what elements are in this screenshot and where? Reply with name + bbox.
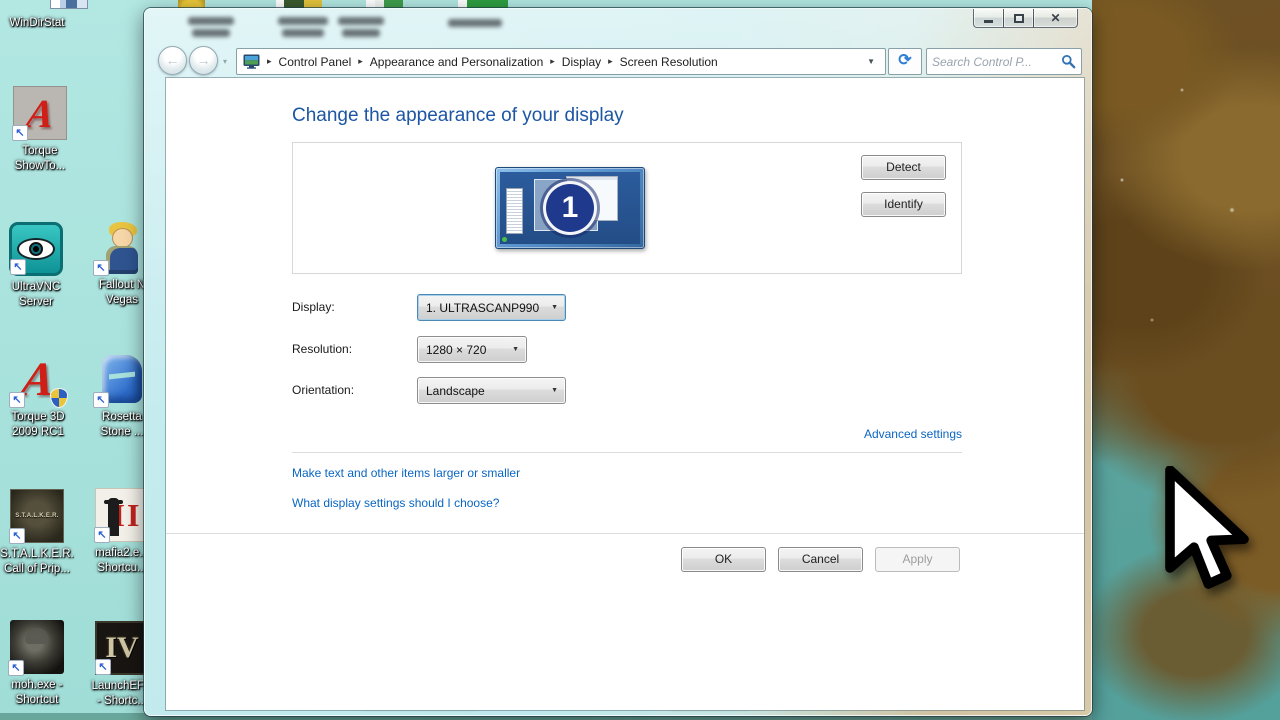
back-button[interactable]: ← (158, 46, 187, 75)
resolution-field-row: Resolution: 1280 × 720 ▼ (166, 336, 1084, 363)
desktop: WinDirStat A ↖ TorqueShowTo... ↖ UltraVN… (0, 0, 1280, 720)
shortcut-arrow-icon: ↖ (93, 260, 109, 276)
monitor-screen-thumbnail: 1 (500, 172, 640, 244)
history-dropdown-icon[interactable]: ▾ (223, 57, 227, 66)
resolution-dropdown[interactable]: 1280 × 720 ▼ (417, 336, 527, 363)
uac-shield-icon (50, 388, 68, 408)
maximize-button[interactable] (1003, 9, 1034, 28)
gta-iv-icon: IV ↖ (95, 621, 149, 675)
search-box[interactable] (926, 48, 1082, 75)
shortcut-arrow-icon: ↖ (10, 259, 26, 275)
screen-resolution-window: ✕ ← → ▾ ▸ Control Panel ▸ Appearance and… (144, 8, 1092, 716)
minimize-button[interactable] (973, 9, 1004, 28)
orientation-label: Orientation: (292, 383, 354, 397)
shortcut-arrow-icon: ↖ (12, 125, 28, 141)
window-content: Change the appearance of your display 1 … (166, 78, 1084, 710)
blurred-label (342, 29, 380, 37)
display-dropdown[interactable]: 1. ULTRASCANP990 ▼ (417, 294, 566, 321)
wallpaper-dog-photo (1092, 0, 1280, 720)
shortcut-arrow-icon: ↖ (8, 660, 24, 676)
mouse-cursor (1162, 466, 1254, 594)
blurred-label (192, 29, 230, 37)
monitor-preview[interactable]: 1 (495, 167, 645, 249)
monitor-number-badge: 1 (543, 181, 597, 235)
blurred-label (338, 17, 384, 25)
search-input[interactable] (932, 55, 1061, 69)
search-icon[interactable] (1061, 54, 1076, 69)
chevron-down-icon: ▼ (551, 304, 558, 311)
rosetta-stone-icon: ↖ (95, 352, 149, 406)
blurred-label (282, 29, 324, 37)
display-field-row: Display: 1. ULTRASCANP990 ▼ (166, 294, 1084, 321)
breadcrumb-screen-resolution[interactable]: Screen Resolution (620, 55, 718, 69)
vault-boy-icon: ↖ (95, 220, 149, 274)
desktop-icon-torque-showtool[interactable]: A ↖ TorqueShowTo... (0, 86, 90, 174)
ultravnc-eye-icon: ↖ (9, 222, 63, 276)
close-icon: ✕ (1050, 11, 1060, 25)
chevron-down-icon: ▼ (512, 346, 519, 353)
address-bar[interactable]: ▸ Control Panel ▸ Appearance and Persona… (236, 48, 886, 75)
blurred-label (448, 19, 502, 27)
orientation-field-row: Orientation: Landscape ▼ (166, 377, 1084, 404)
chevron-down-icon: ▼ (551, 387, 558, 394)
monitor-preview-panel: 1 Detect Identify (292, 142, 962, 274)
icon-label: WinDirStat (0, 16, 87, 31)
medal-of-honor-icon: ↖ (10, 620, 64, 674)
shortcut-arrow-icon: ↖ (9, 392, 25, 408)
forward-icon: → (197, 52, 211, 68)
cancel-button[interactable]: Cancel (778, 547, 863, 572)
torque-showtool-icon: A ↖ (13, 86, 67, 140)
resolution-label: Resolution: (292, 342, 352, 356)
blurred-label (278, 17, 328, 25)
address-dropdown-icon[interactable]: ▼ (863, 57, 879, 66)
desktop-icon-windirstat[interactable]: WinDirStat (0, 12, 87, 31)
display-label: Display: (292, 300, 335, 314)
divider (166, 533, 1084, 534)
shortcut-arrow-icon: ↖ (9, 528, 25, 544)
refresh-icon: ⟳ (898, 52, 911, 69)
close-button[interactable]: ✕ (1033, 9, 1078, 28)
breadcrumb-separator-icon: ▸ (267, 56, 272, 67)
detect-button[interactable]: Detect (861, 155, 946, 180)
shortcut-arrow-icon: ↖ (94, 527, 110, 543)
advanced-settings-link[interactable]: Advanced settings (864, 427, 962, 441)
minimize-icon (984, 20, 993, 23)
back-icon: ← (166, 52, 180, 68)
ok-button[interactable]: OK (681, 547, 766, 572)
breadcrumb-appearance[interactable]: Appearance and Personalization (370, 55, 543, 69)
maximize-icon (1014, 14, 1024, 23)
refresh-button[interactable]: ⟳ (888, 48, 922, 75)
identify-button[interactable]: Identify (861, 192, 946, 217)
forward-button[interactable]: → (189, 46, 218, 75)
blurred-label (188, 17, 234, 25)
breadcrumb-display[interactable]: Display (562, 55, 601, 69)
page-title: Change the appearance of your display (292, 105, 624, 127)
divider (292, 452, 962, 453)
display-settings-help-link[interactable]: What display settings should I choose? (292, 496, 499, 510)
breadcrumb-separator-icon: ▸ (358, 56, 363, 67)
apply-button[interactable]: Apply (875, 547, 960, 572)
stalker-icon: S.T.A.L.K.E.R. ↖ (10, 489, 64, 543)
torque-3d-icon: A ↖ (11, 352, 65, 406)
icon-label: TorqueShowTo... (0, 144, 90, 174)
shortcut-arrow-icon: ↖ (95, 659, 111, 675)
mafia2-icon: II ↖ (95, 488, 149, 542)
breadcrumb-separator-icon: ▸ (550, 56, 555, 67)
breadcrumb-separator-icon: ▸ (608, 56, 613, 67)
breadcrumb-control-panel[interactable]: Control Panel (279, 55, 352, 69)
display-location-icon (243, 54, 260, 69)
windirstat-icon-fragment[interactable] (50, 0, 88, 9)
caption-buttons: ✕ (974, 9, 1078, 28)
make-text-larger-link[interactable]: Make text and other items larger or smal… (292, 466, 520, 480)
shortcut-arrow-icon: ↖ (93, 392, 109, 408)
orientation-dropdown[interactable]: Landscape ▼ (417, 377, 566, 404)
